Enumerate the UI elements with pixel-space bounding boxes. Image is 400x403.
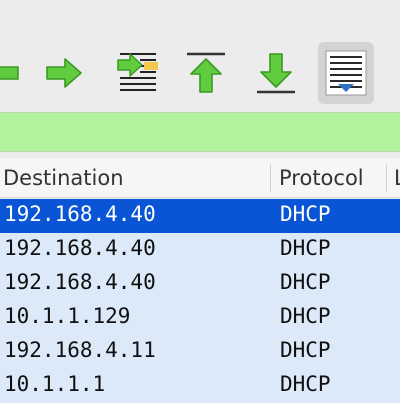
packet-list-header: Destination Protocol L xyxy=(0,158,400,198)
protocol-cell: DHCP xyxy=(280,338,331,362)
go-forward-icon xyxy=(46,58,82,88)
main-toolbar xyxy=(0,0,400,112)
packet-row[interactable]: 10.1.1.129 DHCP xyxy=(0,301,400,335)
go-to-first-packet-icon xyxy=(187,52,225,93)
go-to-first-packet-button[interactable] xyxy=(178,42,234,104)
destination-cell: 192.168.4.11 xyxy=(4,338,156,362)
destination-cell: 192.168.4.40 xyxy=(4,270,156,294)
go-to-packet-icon xyxy=(117,53,158,91)
go-to-packet-button[interactable] xyxy=(110,42,166,104)
protocol-cell: DHCP xyxy=(280,236,331,260)
packet-row[interactable]: 192.168.4.11 DHCP xyxy=(0,335,400,369)
display-filter-input[interactable] xyxy=(0,112,400,152)
destination-cell: 10.1.1.1 xyxy=(4,372,106,396)
protocol-cell: DHCP xyxy=(280,270,331,294)
go-back-button[interactable] xyxy=(0,42,34,104)
protocol-cell: DHCP xyxy=(280,304,331,328)
auto-scroll-icon xyxy=(325,50,367,96)
packet-row[interactable]: 10.1.1.1 DHCP xyxy=(0,369,400,403)
column-header-destination[interactable]: Destination xyxy=(3,158,266,198)
destination-cell: 10.1.1.129 xyxy=(4,304,131,328)
protocol-cell: DHCP xyxy=(280,202,331,226)
packet-list: 192.168.4.40 DHCP 192.168.4.40 DHCP 192.… xyxy=(0,199,400,403)
column-divider[interactable] xyxy=(270,164,271,192)
column-header-length[interactable]: L xyxy=(394,158,400,198)
auto-scroll-button[interactable] xyxy=(318,42,374,104)
go-forward-button[interactable] xyxy=(36,42,92,104)
packet-row[interactable]: 192.168.4.40 DHCP xyxy=(0,267,400,301)
column-header-protocol[interactable]: Protocol xyxy=(279,158,383,198)
protocol-cell: DHCP xyxy=(280,372,331,396)
destination-cell: 192.168.4.40 xyxy=(4,236,156,260)
packet-row[interactable]: 192.168.4.40 DHCP xyxy=(0,199,400,233)
go-back-icon xyxy=(0,66,19,80)
go-to-last-packet-button[interactable] xyxy=(248,42,304,104)
packet-row[interactable]: 192.168.4.40 DHCP xyxy=(0,233,400,267)
column-divider[interactable] xyxy=(386,164,387,192)
destination-cell: 192.168.4.40 xyxy=(4,202,156,226)
go-to-last-packet-icon xyxy=(257,53,295,94)
